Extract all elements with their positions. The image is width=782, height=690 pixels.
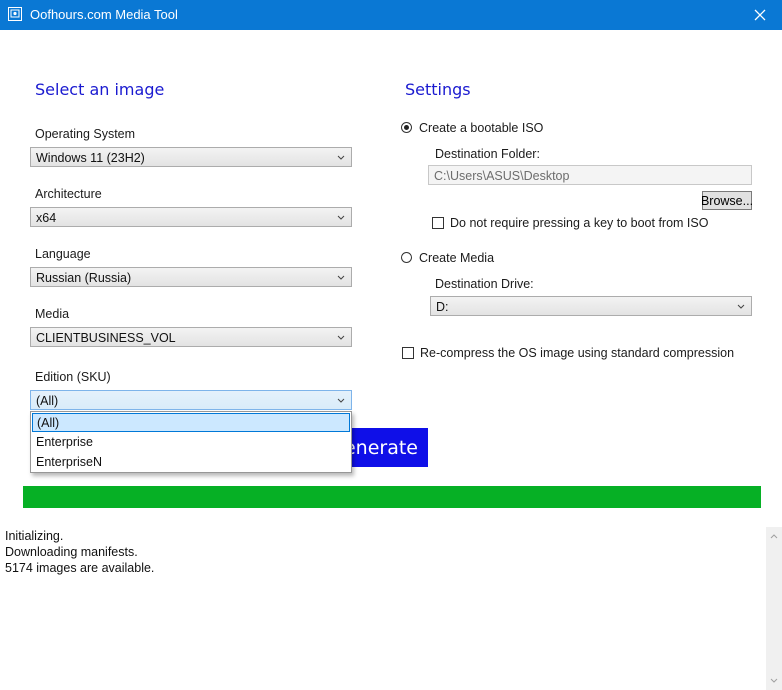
architecture-value: x64: [36, 211, 57, 225]
settings-heading: Settings: [405, 80, 471, 99]
edition-select[interactable]: (All): [30, 390, 352, 410]
log-line: Initializing.: [5, 529, 64, 543]
chevron-down-icon: [737, 304, 745, 309]
chevron-down-icon: [337, 398, 345, 403]
language-select[interactable]: Russian (Russia): [30, 267, 352, 287]
edition-label: Edition (SKU): [35, 370, 111, 384]
window-title: Oofhours.com Media Tool: [30, 7, 178, 22]
progress-fill: [23, 486, 761, 508]
destination-folder-label: Destination Folder:: [435, 147, 540, 161]
destination-drive-select[interactable]: D:: [430, 296, 752, 316]
recompress-checkbox[interactable]: [402, 347, 414, 359]
progress-bar: [23, 486, 761, 508]
edition-option-all[interactable]: (All): [32, 413, 350, 432]
edition-option-label: (All): [37, 416, 60, 430]
architecture-select[interactable]: x64: [30, 207, 352, 227]
media-select[interactable]: CLIENTBUSINESS_VOL: [30, 327, 352, 347]
destination-drive-label: Destination Drive:: [435, 277, 534, 291]
chevron-down-icon: [337, 215, 345, 220]
os-select[interactable]: Windows 11 (23H2): [30, 147, 352, 167]
edition-option-label: Enterprise: [36, 435, 93, 449]
language-value: Russian (Russia): [36, 271, 132, 285]
destination-folder-value: C:\Users\ASUS\Desktop: [434, 169, 570, 183]
media-value: CLIENTBUSINESS_VOL: [36, 331, 176, 345]
media-label: Media: [35, 307, 70, 321]
edition-option-enterprisen[interactable]: EnterpriseN: [32, 453, 350, 472]
create-media-label[interactable]: Create Media: [419, 251, 494, 265]
recompress-label[interactable]: Re-compress the OS image using standard …: [420, 346, 734, 360]
log-line: 5174 images are available.: [5, 561, 155, 575]
log-output[interactable]: Initializing. Downloading manifests. 517…: [0, 527, 766, 690]
edition-option-enterprise[interactable]: Enterprise: [32, 433, 350, 452]
architecture-label: Architecture: [35, 187, 102, 201]
title-bar: Oofhours.com Media Tool: [0, 0, 782, 30]
close-icon: [754, 9, 766, 21]
app-icon: [8, 7, 22, 21]
os-label: Operating System: [35, 127, 136, 141]
log-line: Downloading manifests.: [5, 545, 138, 559]
browse-button[interactable]: Browse...: [701, 191, 753, 210]
destination-folder-input[interactable]: C:\Users\ASUS\Desktop: [428, 165, 752, 185]
destination-drive-value: D:: [436, 300, 449, 314]
edition-option-label: EnterpriseN: [36, 455, 102, 469]
edition-dropdown-list: (All) Enterprise EnterpriseN: [30, 411, 352, 473]
chevron-down-icon: [337, 155, 345, 160]
create-media-radio[interactable]: [401, 252, 412, 263]
scroll-down-icon[interactable]: [770, 678, 778, 684]
scroll-up-icon[interactable]: [770, 533, 778, 539]
no-key-checkbox[interactable]: [432, 217, 444, 229]
os-value: Windows 11 (23H2): [36, 151, 145, 165]
close-button[interactable]: [738, 0, 782, 30]
select-image-heading: Select an image: [35, 80, 165, 99]
create-iso-radio[interactable]: [401, 122, 412, 133]
create-iso-label[interactable]: Create a bootable ISO: [419, 121, 543, 135]
language-label: Language: [35, 247, 91, 261]
chevron-down-icon: [337, 275, 345, 280]
chevron-down-icon: [337, 335, 345, 340]
edition-value: (All): [36, 394, 59, 408]
no-key-label[interactable]: Do not require pressing a key to boot fr…: [450, 216, 708, 230]
log-scrollbar[interactable]: [766, 527, 782, 690]
